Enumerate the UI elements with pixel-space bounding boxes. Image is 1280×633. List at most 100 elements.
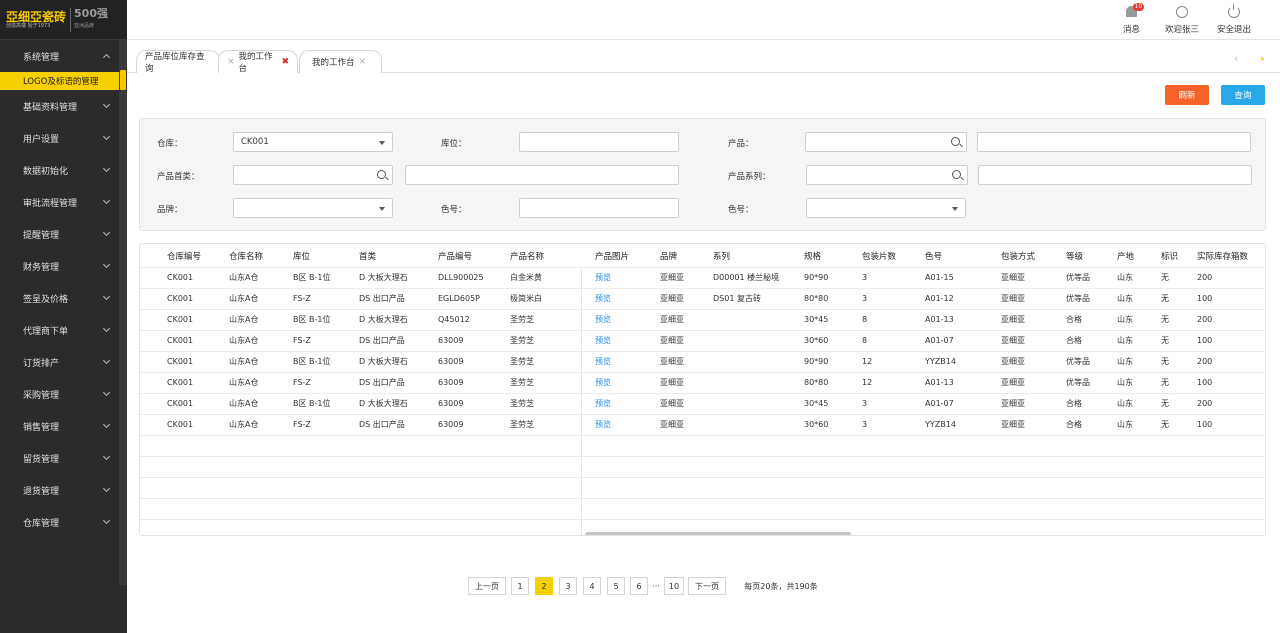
preview-link[interactable]: 预览 (595, 310, 611, 330)
table-row[interactable]: CK001 山东A仓 B区 B-1位 D 大板大理石 63009 圣劳芝 预览 亚细亚 30*4… (140, 394, 1265, 415)
product-series-name-input[interactable] (978, 165, 1252, 185)
close-icon[interactable]: × (359, 57, 367, 67)
close-icon[interactable]: ✖ (281, 57, 289, 67)
column-header[interactable]: 包装片数 (862, 247, 896, 267)
column-header[interactable]: 色号 (925, 247, 942, 267)
column-header[interactable]: 产地 (1117, 247, 1134, 267)
messages-button[interactable]: 10 消息 (1123, 3, 1145, 35)
preview-link[interactable]: 预览 (595, 373, 611, 393)
color-select[interactable] (806, 198, 966, 218)
user-menu-button[interactable]: 欢迎张三 (1165, 6, 1199, 35)
logout-button[interactable]: 安全退出 (1217, 4, 1251, 35)
product-category-name-input[interactable] (405, 165, 679, 185)
table-row[interactable]: CK001 山东A仓 FS-Z DS 出口产品 EGLD605P 极简米白 预览 亚细亚 DS0… (140, 289, 1265, 310)
sidebar-item[interactable]: 留货管理 (0, 442, 127, 474)
preview-link[interactable]: 预览 (595, 289, 611, 309)
brand-select[interactable] (233, 198, 393, 218)
product-series-input[interactable] (806, 165, 968, 185)
product-series-label: 产品系列： (728, 172, 771, 182)
column-header[interactable]: 系列 (713, 247, 730, 267)
table-row[interactable]: CK001 山东A仓 FS-Z DS 出口产品 63009 圣劳芝 预览 亚细亚 30*60 8 A… (140, 331, 1265, 352)
table-cell: 山东 (1117, 336, 1133, 345)
column-header[interactable]: 包装方式 (1001, 247, 1035, 267)
column-header[interactable]: 规格 (804, 247, 821, 267)
page-button[interactable]: 4 (583, 577, 601, 595)
column-header[interactable]: 等级 (1066, 247, 1083, 267)
sidebar-subitem-logo[interactable]: LOGO及标语的管理 (0, 72, 127, 90)
sidebar-item[interactable]: 财务管理 (0, 250, 127, 282)
prev-page-button[interactable]: 上一页 (468, 577, 506, 595)
column-header[interactable]: 品牌 (660, 247, 677, 267)
table-row[interactable]: CK001 山东A仓 B区 B-1位 D 大板大理石 Q45012 圣劳芝 预览 亚细亚 30*… (140, 310, 1265, 331)
table-cell: 山东A仓 (229, 420, 259, 429)
sidebar-item[interactable]: 销售管理 (0, 410, 127, 442)
sidebar-scrollbar[interactable] (119, 40, 127, 585)
page-button[interactable]: 3 (559, 577, 577, 595)
page-button[interactable]: 5 (607, 577, 625, 595)
column-header[interactable]: 首类 (359, 247, 376, 267)
sidebar-item[interactable]: 代理商下单 (0, 314, 127, 346)
column-header[interactable]: 实际库存箱数 (1197, 247, 1248, 267)
column-header[interactable]: 仓库名称 (229, 247, 263, 267)
color-input[interactable] (519, 198, 679, 218)
sidebar-item[interactable]: 采购管理 (0, 378, 127, 410)
column-header[interactable]: 产品编号 (438, 247, 472, 267)
close-icon[interactable]: × (227, 57, 235, 67)
page-button[interactable]: 2 (535, 577, 553, 595)
tab-workbench-2[interactable]: 我的工作台 × (299, 50, 382, 73)
next-page-button[interactable]: 下一页 (688, 577, 726, 595)
sidebar-scroll-thumb[interactable] (120, 70, 126, 90)
preview-link[interactable]: 预览 (595, 352, 611, 372)
tab-inventory-query[interactable]: 产品库位库存查询 (136, 50, 220, 74)
sidebar-item-label: 用户设置 (23, 134, 60, 145)
preview-link[interactable]: 预览 (595, 394, 611, 414)
product-code-input[interactable] (805, 132, 967, 152)
table-row[interactable]: CK001 山东A仓 FS-Z DS 出口产品 63009 圣劳芝 预览 亚细亚 30*60 3 Y… (140, 415, 1265, 436)
sidebar-item[interactable]: 提醒管理 (0, 218, 127, 250)
column-header[interactable]: 标识 (1161, 247, 1178, 267)
sidebar-item[interactable]: 订货排产 (0, 346, 127, 378)
sidebar-item[interactable]: 数据初始化 (0, 154, 127, 186)
tab-workbench-1[interactable]: × 我的工作台 ✖ (218, 50, 298, 74)
query-button[interactable]: 查询 (1221, 85, 1265, 105)
sidebar-item[interactable]: 审批流程管理 (0, 186, 127, 218)
table-cell: 合格 (1066, 315, 1082, 324)
table-row[interactable]: CK001 山东A仓 FS-Z DS 出口产品 63009 圣劳芝 预览 亚细亚 80*80 12… (140, 373, 1265, 394)
search-icon[interactable] (377, 170, 386, 179)
tab-prev-icon[interactable]: ‹ (1234, 52, 1238, 65)
table-cell: 山东A仓 (229, 294, 259, 303)
product-name-input[interactable] (977, 132, 1251, 152)
product-category-input[interactable] (233, 165, 393, 185)
sidebar-item[interactable]: 系统管理 (0, 40, 127, 72)
location-input[interactable] (519, 132, 679, 152)
preview-link[interactable]: 预览 (595, 268, 611, 288)
tab-label: 产品库位库存查询 (145, 52, 205, 74)
tab-next-icon[interactable]: › (1260, 52, 1265, 65)
column-header[interactable]: 产品图片 (595, 247, 629, 267)
sidebar-item[interactable]: 基础资料管理 (0, 90, 127, 122)
page-button[interactable]: 6 (630, 577, 648, 595)
preview-link[interactable]: 预览 (595, 331, 611, 351)
preview-link[interactable]: 预览 (595, 415, 611, 435)
table-row[interactable]: CK001 山东A仓 B区 B-1位 D 大板大理石 63009 圣劳芝 预览 亚细亚 90*9… (140, 352, 1265, 373)
table-cell: 亚细亚 (660, 315, 684, 324)
search-icon[interactable] (951, 137, 960, 146)
column-header[interactable]: 仓库编号 (167, 247, 201, 267)
warehouse-select[interactable]: CK001 (233, 132, 393, 152)
table-cell: A01-15 (925, 273, 954, 282)
table-row[interactable]: CK001 山东A仓 B区 B-1位 D 大板大理石 DLL900025 白金米黄 预览 亚细… (140, 268, 1265, 289)
sidebar-item[interactable]: 退货管理 (0, 474, 127, 506)
column-header[interactable]: 库位 (293, 247, 310, 267)
filter-panel: 仓库： CK001 库位： 产品： 产品首类： 产品系列： 品牌： 色号： 色号… (139, 118, 1266, 231)
page-button[interactable]: 10 (664, 577, 684, 595)
sidebar-item[interactable]: 签呈及价格 (0, 282, 127, 314)
sidebar-item[interactable]: 仓库管理 (0, 506, 127, 538)
chevron-down-icon (102, 356, 111, 365)
page-button[interactable]: 1 (511, 577, 529, 595)
refresh-button[interactable]: 刷新 (1165, 85, 1209, 105)
table-cell: CK001 (167, 336, 194, 345)
table-cell: 30*60 (804, 420, 829, 429)
column-header[interactable]: 产品名称 (510, 247, 544, 267)
search-icon[interactable] (952, 170, 961, 179)
sidebar-item[interactable]: 用户设置 (0, 122, 127, 154)
